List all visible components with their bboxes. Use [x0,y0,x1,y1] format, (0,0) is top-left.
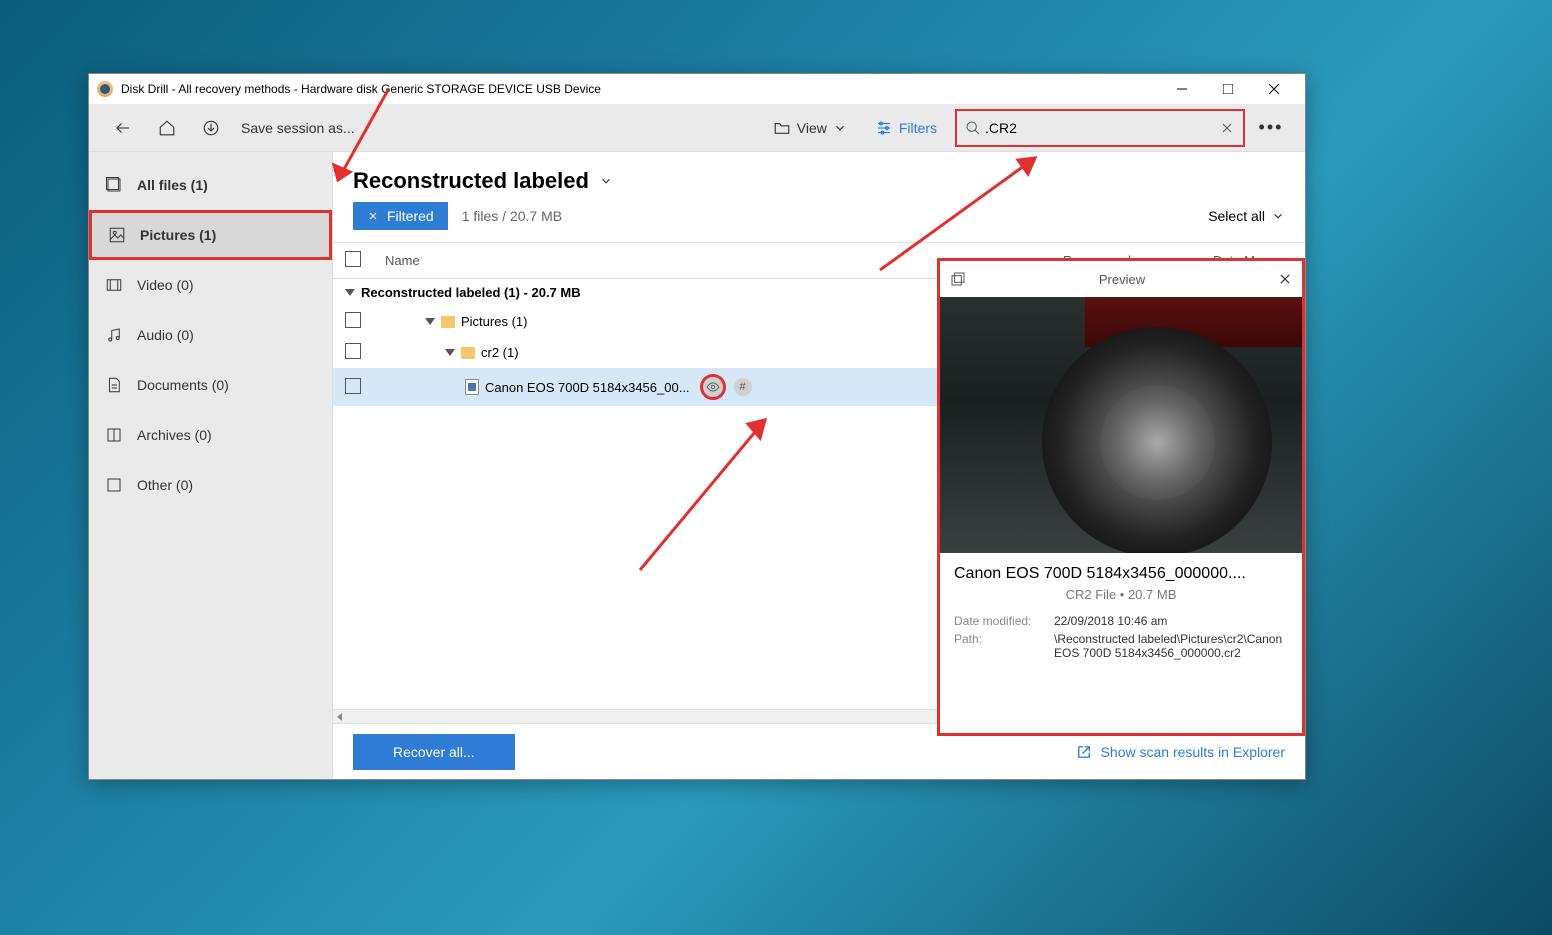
file-icon [465,379,479,395]
sidebar: All files (1) Pictures (1) Video (0) Aud… [89,152,333,779]
select-all-button[interactable]: Select all [1208,208,1285,224]
close-button[interactable] [1251,74,1297,104]
save-icon[interactable] [193,110,229,146]
preview-image [940,297,1302,553]
external-link-icon [1075,743,1093,761]
close-preview-icon[interactable] [1278,272,1292,286]
preview-filetype: CR2 File • 20.7 MB [954,587,1288,602]
documents-icon [105,376,123,394]
app-window: Disk Drill - All recovery methods - Hard… [88,73,1306,780]
sliders-icon [875,119,893,137]
sidebar-item-other[interactable]: Other (0) [89,460,332,510]
preview-eye-icon[interactable] [700,374,726,400]
sidebar-item-all-files[interactable]: All files (1) [89,160,332,210]
window-controls [1159,74,1297,104]
sidebar-item-pictures[interactable]: Pictures (1) [89,210,332,260]
toolbar: Save session as... View Filters ••• [89,104,1305,152]
folder-icon [441,316,455,328]
files-icon [105,176,123,194]
preview-panel: Preview Canon EOS 700D 5184x3456_000000.… [937,258,1305,736]
header-checkbox[interactable] [345,251,361,267]
titlebar: Disk Drill - All recovery methods - Hard… [89,74,1305,104]
row-checkbox[interactable] [345,312,361,328]
show-results-link[interactable]: Show scan results in Explorer [1075,743,1285,761]
page-title: Reconstructed labeled [353,168,589,194]
expand-icon[interactable] [445,349,455,356]
preview-filename: Canon EOS 700D 5184x3456_000000.... [954,565,1288,583]
clear-search-icon[interactable] [1219,120,1235,136]
filters-button[interactable]: Filters [865,113,947,143]
save-session-button[interactable]: Save session as... [241,120,355,136]
window-title: Disk Drill - All recovery methods - Hard… [121,82,1159,96]
sidebar-item-audio[interactable]: Audio (0) [89,310,332,360]
preview-date: 22/09/2018 10:46 am [1054,614,1288,628]
maximize-button[interactable] [1205,74,1251,104]
archives-icon [105,426,123,444]
video-icon [105,276,123,294]
chevron-down-icon [1271,209,1285,223]
folder-icon [461,347,475,359]
back-button[interactable] [105,110,141,146]
sidebar-item-video[interactable]: Video (0) [89,260,332,310]
expand-icon[interactable] [345,289,355,296]
search-input[interactable] [981,116,1219,140]
title-dropdown-icon[interactable] [599,174,613,188]
hash-icon[interactable]: # [734,378,752,396]
recover-all-button[interactable]: Recover all... [353,734,515,770]
view-button[interactable]: View [763,113,857,143]
row-checkbox[interactable] [345,378,361,394]
preview-path: \Reconstructed labeled\Pictures\cr2\Cano… [1054,632,1288,660]
expand-icon[interactable] [425,318,435,325]
app-icon [97,81,113,97]
more-button[interactable]: ••• [1253,117,1289,138]
pictures-icon [108,226,126,244]
row-checkbox[interactable] [345,343,361,359]
home-button[interactable] [149,110,185,146]
filtered-chip[interactable]: Filtered [353,202,448,230]
sidebar-item-archives[interactable]: Archives (0) [89,410,332,460]
preview-title: Preview [966,272,1278,287]
main-content: Reconstructed labeled Filtered 1 files /… [333,152,1305,779]
close-icon [367,210,379,222]
audio-icon [105,326,123,344]
other-icon [105,476,123,494]
popout-icon[interactable] [950,271,966,287]
search-icon [965,120,981,136]
file-count: 1 files / 20.7 MB [462,208,562,224]
minimize-button[interactable] [1159,74,1205,104]
folder-icon [773,119,791,137]
sidebar-item-documents[interactable]: Documents (0) [89,360,332,410]
chevron-down-icon [833,121,847,135]
search-box[interactable] [955,109,1245,147]
